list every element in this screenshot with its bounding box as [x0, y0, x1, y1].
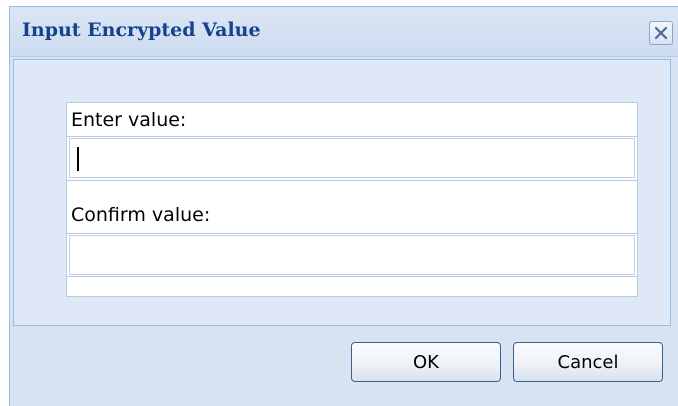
close-button[interactable]	[649, 21, 673, 45]
encrypted-value-dialog: Input Encrypted Value Enter value: Confi…	[9, 6, 678, 406]
close-icon	[654, 26, 668, 40]
dialog-titlebar[interactable]: Input Encrypted Value	[10, 7, 678, 57]
divider	[67, 136, 637, 137]
dialog-body: Enter value: Confirm value:	[13, 59, 671, 326]
confirm-value-label: Confirm value:	[71, 204, 211, 226]
divider	[67, 276, 637, 277]
text-caret	[77, 147, 79, 171]
ok-button[interactable]: OK	[351, 342, 501, 382]
enter-value-input[interactable]	[70, 139, 634, 177]
value-form: Enter value: Confirm value:	[66, 102, 638, 297]
dialog-title: Input Encrypted Value	[22, 19, 261, 41]
cancel-button[interactable]: Cancel	[513, 342, 663, 382]
confirm-value-input[interactable]	[70, 236, 634, 274]
divider	[67, 233, 637, 234]
divider	[67, 180, 637, 181]
enter-value-label: Enter value:	[71, 109, 187, 131]
confirm-value-field[interactable]	[69, 235, 635, 275]
enter-value-field[interactable]	[69, 138, 635, 178]
